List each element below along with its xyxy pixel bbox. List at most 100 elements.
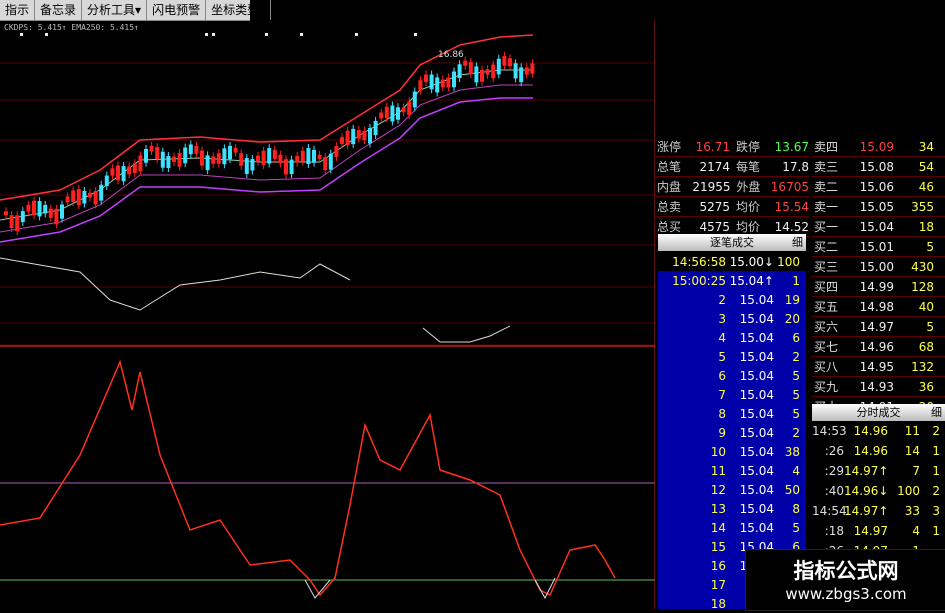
orderbook-row: 卖四 15.09 34 [812, 137, 945, 157]
orderbook-price: 15.00 [859, 259, 894, 274]
minute-tick-price: 14.97 [853, 524, 888, 538]
orderbook-level-label: 卖四 [814, 140, 839, 154]
quote-value: 4575 [699, 219, 730, 234]
candle-body [65, 196, 70, 203]
orderbook-volume: 430 [911, 259, 934, 274]
candle-body [452, 71, 456, 88]
orderbook-level-label: 卖三 [814, 160, 839, 174]
candle-body [340, 137, 344, 144]
marker-dot [300, 33, 303, 36]
orderbook-volume: 5 [926, 319, 934, 334]
bollinger-outer-band [0, 97, 533, 243]
candle-body [373, 120, 378, 136]
candle-body [468, 62, 473, 75]
candle-body [424, 74, 428, 82]
toolbar-analysis-tools-button[interactable]: 分析工具▾ [82, 0, 148, 20]
orderbook-row: 买八 14.95 132 [812, 357, 945, 377]
oscillator-line [0, 359, 616, 597]
candle-body [351, 128, 356, 145]
orderbook-price: 15.09 [859, 139, 894, 154]
indicator-line [0, 257, 351, 311]
candle-body [446, 77, 451, 88]
order-book: 卖四 15.09 34 卖三 15.08 54 卖二 15.06 46 卖一 15.05 355 买一 1… [812, 137, 945, 417]
candle-body [379, 112, 384, 119]
tick-row: 14 15.04 5 [658, 518, 806, 537]
quote-row: 涨停 16.71 跌停 13.67 [655, 137, 809, 157]
quote-label: 总笔 [657, 160, 682, 174]
tick-time: 7 [718, 387, 726, 402]
orderbook-row: 买五 14.98 40 [812, 297, 945, 317]
candle-body [188, 144, 193, 155]
main-chart[interactable]: 16.86 [0, 0, 655, 609]
candle-body [256, 155, 260, 162]
tick-row: 10 15.04 38 [658, 442, 806, 461]
quote-label: 跌停 [736, 140, 761, 154]
orderbook-level-label: 买七 [814, 340, 839, 354]
orderbook-row: 买三 15.00 430 [812, 257, 945, 277]
quote-value: 13.67 [774, 139, 809, 154]
candle-body [110, 168, 115, 176]
candle-body [289, 159, 294, 175]
tick-time: 16 [710, 558, 726, 573]
candle-body [300, 150, 305, 162]
candle-body [88, 192, 92, 198]
tick-row: 5 15.04 2 [658, 347, 806, 366]
candle-body [323, 156, 328, 170]
tick-row: 8 15.04 5 [658, 404, 806, 423]
orderbook-price: 14.97 [859, 319, 894, 334]
minute-tick-count: 2 [932, 484, 940, 498]
tick-time: 15:00:25 [672, 273, 726, 288]
tick-row: 15:00:25 15.04↑ 1 [658, 271, 806, 290]
minute-tick-panel-title: 分时成交 [856, 406, 901, 419]
tick-row: 6 15.04 5 [658, 366, 806, 385]
orderbook-price: 14.98 [859, 299, 894, 314]
tick-detail-tab[interactable]: 细 [792, 234, 803, 251]
toolbar-flash-alert-button[interactable]: 闪电预警 [147, 0, 207, 20]
minute-tick-price: 14.97↑ [844, 504, 889, 518]
indicator-line [422, 325, 511, 343]
tick-row: 4 15.04 6 [658, 328, 806, 347]
tick-time: 11 [710, 463, 726, 478]
minute-tick-detail-tab[interactable]: 细 [931, 404, 942, 421]
orderbook-level-label: 买二 [814, 240, 839, 254]
tick-price: 15.00↓ [729, 254, 774, 269]
tick-row: 14:56:58 15.00↓ 100 [658, 252, 806, 271]
candle-body [48, 208, 53, 218]
marker-dot [414, 33, 417, 36]
orderbook-row: 卖一 15.05 355 [812, 197, 945, 217]
orderbook-level-label: 买八 [814, 360, 839, 374]
toolbar-axis-type-button[interactable]: 坐标类型▾ [206, 0, 272, 20]
tick-time: 14:56:58 [672, 254, 726, 269]
candle-body [261, 150, 266, 166]
candle-body [295, 155, 300, 163]
candle-body [396, 107, 400, 120]
candle-body [9, 215, 14, 229]
orderbook-row: 买二 15.01 5 [812, 237, 945, 257]
candle-body [317, 154, 322, 159]
toolbar: 指示 备忘录 分析工具▾ 闪电预警 坐标类型▾ [0, 0, 272, 21]
orderbook-volume: 132 [911, 359, 934, 374]
quote-value: 5275 [699, 199, 730, 214]
orderbook-price: 15.04 [859, 219, 894, 234]
orderbook-price: 15.05 [859, 199, 894, 214]
orderbook-price: 14.99 [859, 279, 894, 294]
tick-price: 15.04 [739, 292, 774, 307]
candle-body [250, 159, 255, 171]
tick-row: 13 15.04 8 [658, 499, 806, 518]
candle-body [239, 153, 244, 166]
candle-body [530, 63, 535, 74]
tick-panel-header[interactable]: 逐笔成交 细 [658, 234, 806, 251]
quote-label: 均价 [736, 200, 761, 214]
tick-volume: 1 [792, 273, 800, 288]
minute-tick-time: :18 [824, 524, 844, 538]
toolbar-memo-button[interactable]: 备忘录 [35, 0, 83, 20]
orderbook-volume: 5 [926, 239, 934, 254]
orderbook-volume: 68 [918, 339, 934, 354]
orderbook-row: 卖二 15.06 46 [812, 177, 945, 197]
minute-tick-panel-header[interactable]: 分时成交 细 [812, 404, 945, 421]
tick-volume: 2 [792, 349, 800, 364]
minute-tick-list[interactable]: 14:53 14.96 11 2:26 14.96 14 1:29 14.97↑ 7 1:40 14… [812, 421, 945, 561]
candle-body [26, 204, 31, 212]
price-high-label: 16.86 [438, 50, 464, 60]
toolbar-indicator-button[interactable]: 指示 [0, 0, 36, 20]
